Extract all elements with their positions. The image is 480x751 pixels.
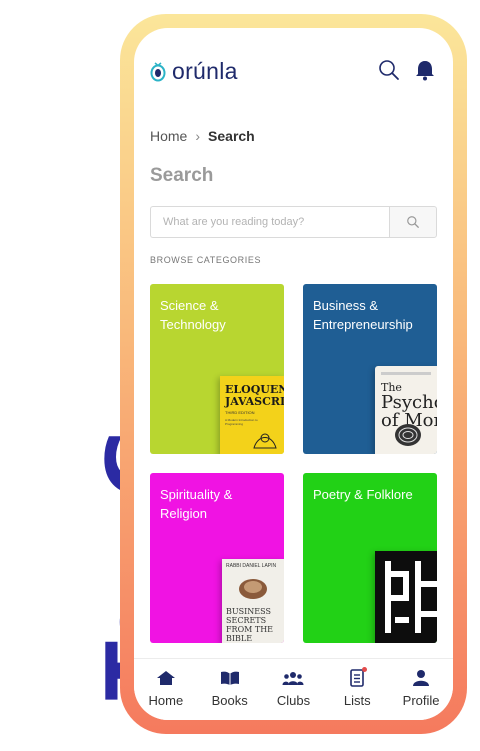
book-icon xyxy=(220,671,239,685)
section-label: BROWSE CATEGORIES xyxy=(150,255,262,265)
tab-home[interactable]: Home xyxy=(134,659,198,720)
book-cover: The Psychology of Money xyxy=(375,366,437,454)
book-illustration-icon xyxy=(239,579,267,599)
book-title: BUSINESS SECRETS FROM THE BIBLE xyxy=(226,607,274,643)
logo-mark-icon xyxy=(150,61,166,81)
breadcrumb-current: Search xyxy=(208,128,255,144)
search-input[interactable] xyxy=(150,206,389,238)
breadcrumb-home[interactable]: Home xyxy=(150,128,187,144)
book-illustration-icon xyxy=(395,424,421,446)
book-edition: THIRD EDITION xyxy=(225,410,255,415)
tab-clubs[interactable]: Clubs xyxy=(262,659,326,720)
book-cover: ELOQUENTJAVASCRIPT THIRD EDITION A Moder… xyxy=(220,376,284,454)
breadcrumb: Home › Search xyxy=(150,128,255,144)
tab-label: Clubs xyxy=(276,693,311,708)
bottom-tab-bar: Home Books Clubs Lists Profile xyxy=(134,658,453,720)
category-card-spirituality[interactable]: Spirituality & Religion RABBI DANIEL LAP… xyxy=(150,473,284,643)
tab-books[interactable]: Books xyxy=(198,659,262,720)
page-title: Search xyxy=(150,165,214,186)
tab-label: Profile xyxy=(402,693,440,708)
tab-lists[interactable]: Lists xyxy=(325,659,389,720)
search-submit-button[interactable] xyxy=(389,206,437,238)
category-label: Spirituality & Religion xyxy=(160,487,233,521)
tab-label: Lists xyxy=(343,693,371,708)
tab-profile[interactable]: Profile xyxy=(389,659,453,720)
book-title: ELOQUENTJAVASCRIPT xyxy=(225,383,284,408)
app-screen: orúnla Home › Search Search What are you… xyxy=(134,28,453,720)
book-illustration-icon xyxy=(253,433,277,449)
book-cover xyxy=(375,551,437,643)
tab-label: Home xyxy=(148,693,184,708)
breadcrumb-separator: › xyxy=(195,128,201,144)
search-bar xyxy=(150,206,437,238)
book-pattern-icon xyxy=(385,561,437,633)
bell-icon[interactable] xyxy=(413,58,437,82)
home-icon xyxy=(156,671,175,685)
app-header: orúnla xyxy=(134,28,453,108)
brand-logo[interactable]: orúnla xyxy=(150,58,238,85)
search-icon xyxy=(407,216,419,228)
category-label: Poetry & Folklore xyxy=(313,487,413,502)
category-card-business[interactable]: Business & Entrepreneurship The Psycholo… xyxy=(303,284,437,454)
book-cover: RABBI DANIEL LAPIN BUSINESS SECRETS FROM… xyxy=(222,559,284,643)
brand-name: orúnla xyxy=(172,58,238,84)
phone-frame: orúnla Home › Search Search What are you… xyxy=(120,14,467,734)
category-label: Business & Entrepreneurship xyxy=(313,298,413,332)
tab-label: Books xyxy=(211,693,248,708)
book-author: RABBI DANIEL LAPIN xyxy=(226,563,277,569)
category-label: Science & Technology xyxy=(160,298,226,332)
search-icon[interactable] xyxy=(377,58,401,82)
profile-icon xyxy=(413,670,430,686)
category-card-poetry[interactable]: Poetry & Folklore xyxy=(303,473,437,643)
category-card-science[interactable]: Science & Technology ELOQUENTJAVASCRIPT … xyxy=(150,284,284,454)
clubs-icon xyxy=(282,672,304,685)
